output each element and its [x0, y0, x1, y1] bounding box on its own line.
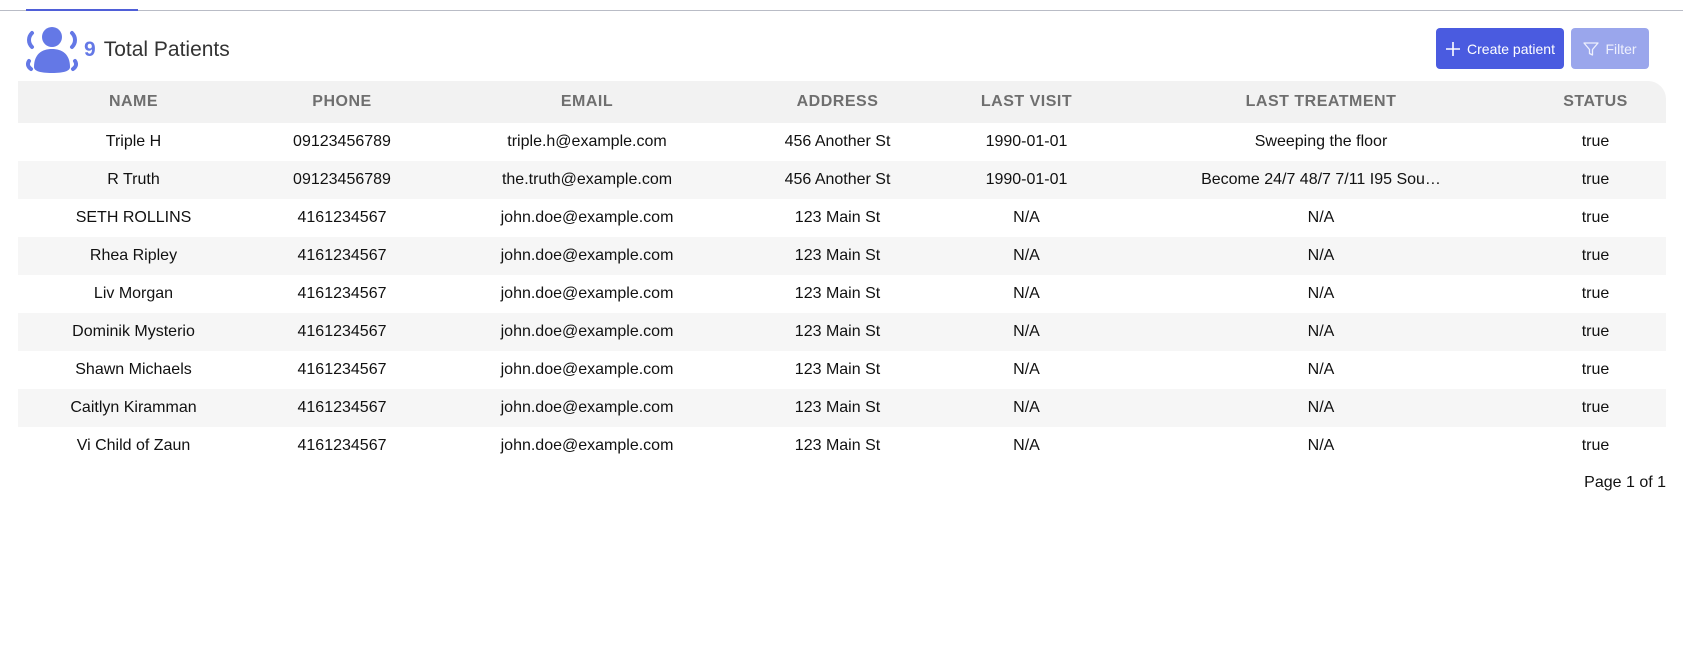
table-row[interactable]: Liv Morgan 4161234567 john.doe@example.com…: [18, 275, 1666, 313]
table-row[interactable]: Vi Child of Zaun 4161234567 john.doe@examp…: [18, 427, 1666, 465]
cell-last-visit: 1990-01-01: [985, 133, 1068, 150]
cell-phone: 09123456789: [293, 171, 391, 188]
cell-status: true: [1581, 171, 1610, 188]
column-header-last-visit[interactable]: LAST VISIT: [936, 81, 1117, 123]
create-patient-label: Create patient: [1467, 40, 1555, 57]
cell-phone: 4161234567: [297, 437, 387, 454]
cell-last-treatment: Become 24/7 48/7 7/11 I95 Sou…: [1201, 171, 1441, 188]
table-body: Triple H 09123456789 triple.h@example.com 4…: [18, 123, 1666, 465]
cell-email: john.doe@example.com: [500, 323, 674, 340]
cell-status: true: [1581, 361, 1610, 378]
cell-last-treatment: N/A: [1307, 209, 1335, 226]
cell-last-treatment: Sweeping the floor: [1254, 133, 1388, 150]
cell-phone: 4161234567: [297, 361, 387, 378]
cell-address: 456 Another St: [784, 133, 891, 150]
cell-last-visit: N/A: [1013, 247, 1040, 264]
cell-last-treatment: N/A: [1307, 399, 1335, 416]
cell-email: john.doe@example.com: [500, 361, 674, 378]
cell-last-visit: N/A: [1013, 437, 1040, 454]
column-header-name[interactable]: NAME: [18, 81, 249, 123]
patients-header: 9 Total Patients: [26, 25, 230, 75]
plus-icon: [1446, 41, 1461, 56]
cell-phone: 4161234567: [297, 209, 387, 226]
column-header-email[interactable]: EMAIL: [435, 81, 739, 123]
cell-email: john.doe@example.com: [500, 209, 674, 226]
cell-status: true: [1581, 285, 1610, 302]
filter-button[interactable]: Filter: [1571, 28, 1649, 69]
top-divider: [0, 10, 1683, 11]
cell-last-treatment: N/A: [1307, 361, 1335, 378]
column-header-last-treatment[interactable]: LAST TREATMENT: [1117, 81, 1525, 123]
table-row[interactable]: Caitlyn Kiramman 4161234567 john.doe@examp…: [18, 389, 1666, 427]
cell-last-treatment: N/A: [1307, 247, 1335, 264]
cell-name: SETH ROLLINS: [75, 209, 192, 226]
table-row[interactable]: Dominik Mysterio 4161234567 john.doe@examp…: [18, 313, 1666, 351]
cell-address: 123 Main St: [794, 361, 881, 378]
table-row[interactable]: R Truth 09123456789 the.truth@example.com 4…: [18, 161, 1666, 199]
cell-name: Triple H: [105, 133, 162, 150]
cell-last-visit: 1990-01-01: [985, 171, 1068, 188]
cell-name: Rhea Ripley: [89, 247, 178, 264]
cell-address: 123 Main St: [794, 247, 881, 264]
patient-count: 9: [84, 38, 96, 61]
cell-phone: 09123456789: [293, 133, 391, 150]
cell-name: Vi Child of Zaun: [76, 437, 191, 454]
table-row[interactable]: Rhea Ripley 4161234567 john.doe@example.co…: [18, 237, 1666, 275]
cell-name: Shawn Michaels: [75, 361, 192, 378]
active-tab-indicator: [26, 9, 138, 11]
table-row[interactable]: Shawn Michaels 4161234567 john.doe@example…: [18, 351, 1666, 389]
cell-last-visit: N/A: [1013, 209, 1040, 226]
cell-address: 123 Main St: [794, 323, 881, 340]
cell-last-visit: N/A: [1013, 285, 1040, 302]
cell-address: 123 Main St: [794, 399, 881, 416]
cell-name: Liv Morgan: [93, 285, 174, 302]
cell-email: john.doe@example.com: [500, 399, 674, 416]
cell-last-visit: N/A: [1013, 399, 1040, 416]
page-title: Total Patients: [103, 38, 230, 61]
cell-status: true: [1581, 209, 1610, 226]
cell-status: true: [1581, 247, 1610, 264]
table-row[interactable]: SETH ROLLINS 4161234567 john.doe@example.c…: [18, 199, 1666, 237]
cell-email: john.doe@example.com: [500, 247, 674, 264]
column-header-status[interactable]: STATUS: [1525, 81, 1666, 123]
cell-address: 456 Another St: [784, 171, 891, 188]
cell-status: true: [1581, 133, 1610, 150]
patients-table: NAME PHONE EMAIL ADDRESS LAST VISIT LAST TREA…: [18, 81, 1666, 465]
cell-last-treatment: N/A: [1307, 323, 1335, 340]
cell-phone: 4161234567: [297, 323, 387, 340]
pagination-label: Page 1 of 1: [1584, 474, 1666, 491]
create-patient-button[interactable]: Create patient: [1436, 28, 1564, 69]
cell-phone: 4161234567: [297, 399, 387, 416]
cell-address: 123 Main St: [794, 285, 881, 302]
column-header-phone[interactable]: PHONE: [249, 81, 435, 123]
cell-phone: 4161234567: [297, 247, 387, 264]
cell-name: R Truth: [107, 171, 160, 188]
column-header-address[interactable]: ADDRESS: [739, 81, 936, 123]
table-header: NAME PHONE EMAIL ADDRESS LAST VISIT LAST TREA…: [18, 81, 1666, 123]
cell-name: Dominik Mysterio: [72, 323, 195, 340]
cell-status: true: [1581, 323, 1610, 340]
cell-last-visit: N/A: [1013, 361, 1040, 378]
cell-address: 123 Main St: [794, 209, 881, 226]
cell-email: the.truth@example.com: [501, 171, 673, 188]
cell-email: john.doe@example.com: [500, 285, 674, 302]
cell-email: triple.h@example.com: [507, 133, 667, 150]
cell-phone: 4161234567: [297, 285, 387, 302]
table-row[interactable]: Triple H 09123456789 triple.h@example.com 4…: [18, 123, 1666, 161]
filter-label: Filter: [1605, 40, 1637, 57]
patients-group-icon: [26, 27, 78, 73]
cell-address: 123 Main St: [794, 437, 881, 454]
cell-last-visit: N/A: [1013, 323, 1040, 340]
cell-status: true: [1581, 399, 1610, 416]
cell-email: john.doe@example.com: [500, 437, 674, 454]
cell-last-treatment: N/A: [1307, 437, 1335, 454]
cell-status: true: [1581, 437, 1610, 454]
cell-name: Caitlyn Kiramman: [70, 399, 197, 416]
filter-icon: [1583, 41, 1600, 56]
cell-last-treatment: N/A: [1307, 285, 1335, 302]
